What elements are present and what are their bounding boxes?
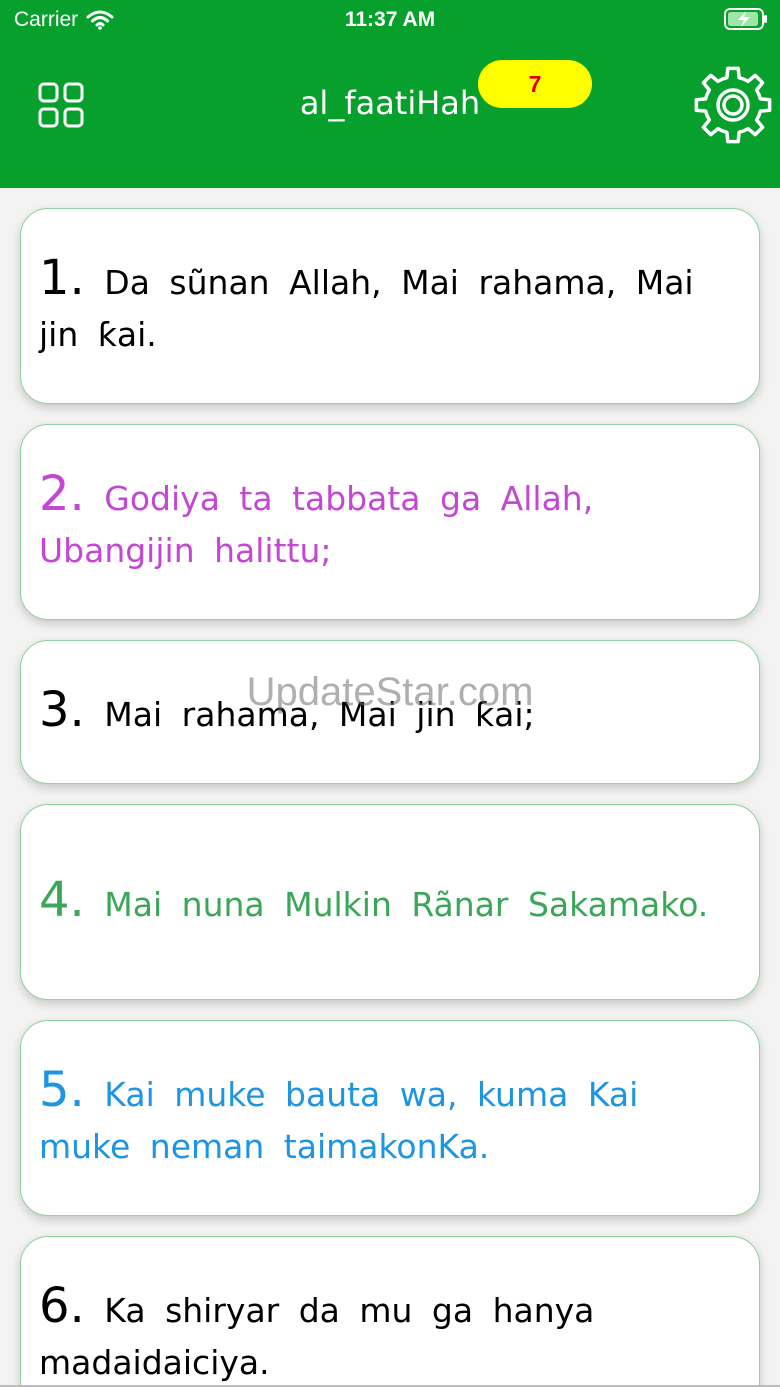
grid-icon xyxy=(38,82,84,128)
battery-charging-icon xyxy=(724,8,767,30)
verse-list[interactable]: 1. Da sũnan Allah, Mai rahama, Mai jin ƙ… xyxy=(0,188,780,1387)
gear-icon xyxy=(694,66,772,144)
grid-menu-button[interactable] xyxy=(38,82,84,128)
verse-number: 3. xyxy=(39,681,85,738)
verse-card-6[interactable]: 6. Ka shiryar da mu ga hanya madaidaiciy… xyxy=(20,1236,760,1387)
verse-text-6: 6. Ka shiryar da mu ga hanya madaidaiciy… xyxy=(39,1280,741,1387)
verse-content: Ka shiryar da mu ga hanya madaidaiciya. xyxy=(39,1290,595,1382)
verse-number: 4. xyxy=(39,871,85,928)
verse-card-3[interactable]: 3. Mai rahama, Mai jin ƙai; xyxy=(20,640,760,784)
verse-text-4: 4. Mai nuna Mulkin Rãnar Sakamako. xyxy=(39,874,708,931)
clock: 11:37 AM xyxy=(344,8,436,31)
verse-content: Godiya ta tabbata ga Allah, Ubangijin ha… xyxy=(39,478,594,570)
verse-text-5: 5. Kai muke bauta wa, kuma Kai muke nema… xyxy=(39,1064,741,1173)
verse-content: Mai nuna Mulkin Rãnar Sakamako. xyxy=(104,884,709,924)
verse-number: 1. xyxy=(39,249,85,306)
verse-number: 6. xyxy=(39,1277,85,1334)
status-bar: Carrier 11:37 AM xyxy=(0,0,780,40)
verse-text-3: 3. Mai rahama, Mai jin ƙai; xyxy=(39,684,535,741)
settings-button[interactable] xyxy=(692,64,774,146)
verse-card-5[interactable]: 5. Kai muke bauta wa, kuma Kai muke nema… xyxy=(20,1020,760,1216)
verse-number: 2. xyxy=(39,465,85,522)
verse-content: Kai muke bauta wa, kuma Kai muke neman t… xyxy=(39,1074,639,1166)
verse-text-2: 2. Godiya ta tabbata ga Allah, Ubangijin… xyxy=(39,468,741,577)
verse-content: Da sũnan Allah, Mai rahama, Mai jin ƙai. xyxy=(39,262,694,354)
gear-teeth xyxy=(694,66,772,144)
verse-card-1[interactable]: 1. Da sũnan Allah, Mai rahama, Mai jin ƙ… xyxy=(20,208,760,404)
verse-number: 5. xyxy=(39,1061,85,1118)
verse-card-4[interactable]: 4. Mai nuna Mulkin Rãnar Sakamako. xyxy=(20,804,760,1000)
verse-card-2[interactable]: 2. Godiya ta tabbata ga Allah, Ubangijin… xyxy=(20,424,760,620)
navigation-bar: al_faatiHah 7 xyxy=(0,40,780,188)
verse-text-1: 1. Da sũnan Allah, Mai rahama, Mai jin ƙ… xyxy=(39,252,741,361)
verse-content: Mai rahama, Mai jin ƙai; xyxy=(104,694,535,734)
count-badge: 7 xyxy=(478,60,592,108)
